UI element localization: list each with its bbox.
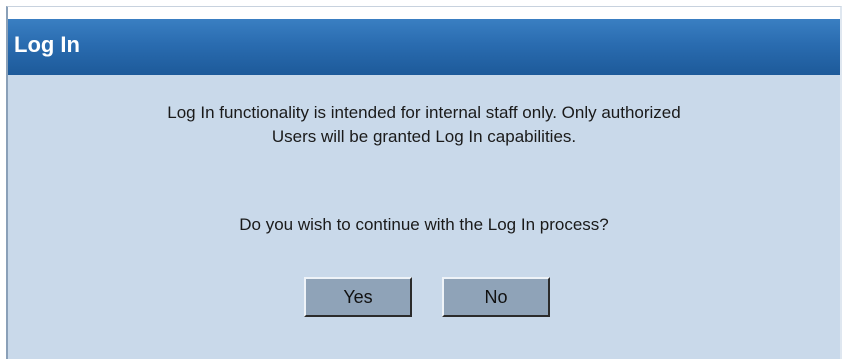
dialog-message: Log In functionality is intended for int… (8, 101, 840, 149)
dialog-top-strip (8, 7, 840, 19)
yes-button[interactable]: Yes (304, 277, 412, 317)
no-button[interactable]: No (442, 277, 550, 317)
dialog-titlebar: Log In (8, 19, 840, 75)
login-dialog: Log In Log In functionality is intended … (6, 6, 842, 359)
dialog-title: Log In (14, 32, 80, 57)
dialog-question: Do you wish to continue with the Log In … (239, 215, 609, 234)
dialog-message-line-2: Users will be granted Log In capabilitie… (271, 127, 577, 146)
dialog-message-line-1: Log In functionality is intended for int… (167, 103, 681, 122)
